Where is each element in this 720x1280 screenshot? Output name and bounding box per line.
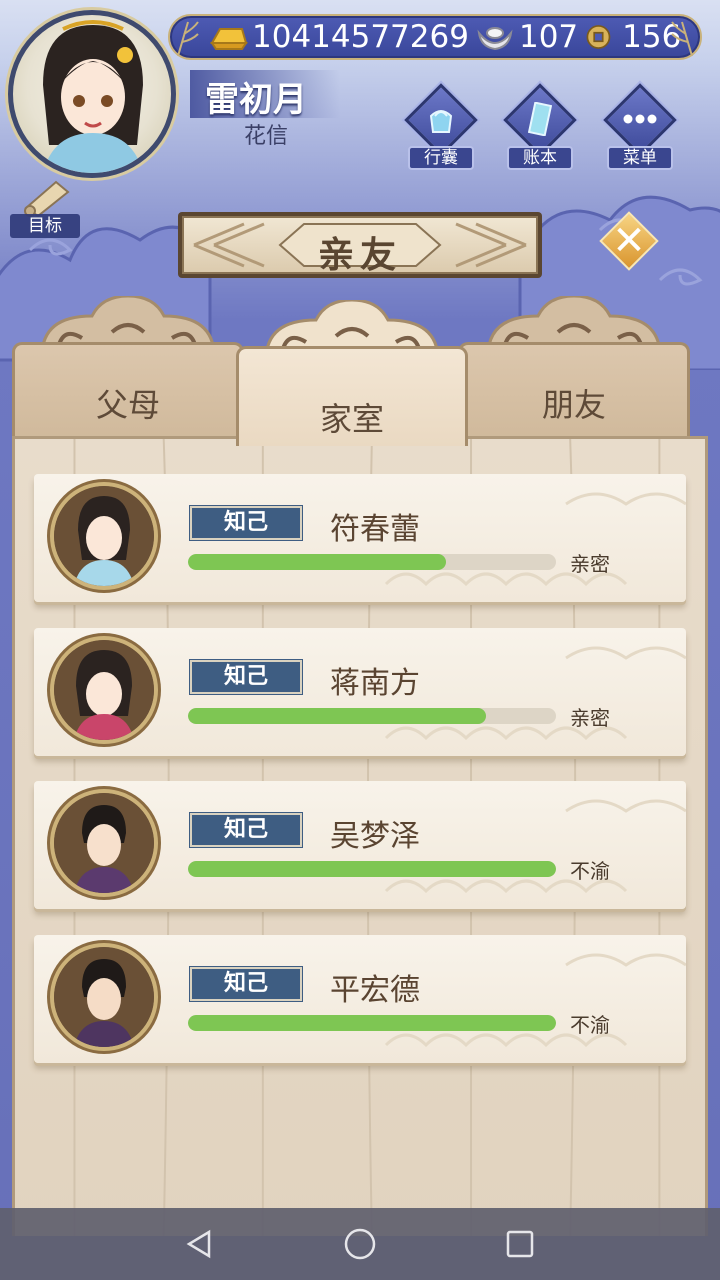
bamboo-icon (671, 21, 693, 57)
wave-pattern (384, 492, 686, 587)
currency-bar: 10414577269 107 156 (168, 14, 702, 60)
wave-pattern (384, 953, 686, 1048)
relation-card[interactable]: 知己 符春蕾 亲密 (34, 474, 686, 602)
ledger-button[interactable]: 账本 (497, 83, 583, 174)
wave-pattern (384, 646, 686, 741)
goal-button[interactable]: 目标 (8, 178, 80, 240)
relation-card[interactable]: 知己 平宏德 不渝 (34, 935, 686, 1063)
more-icon (623, 114, 657, 124)
close-button[interactable]: ✕ (599, 211, 659, 271)
tab-label: 家室 (319, 400, 384, 438)
portrait-image (43, 20, 143, 173)
relation-badge: 知己 (190, 967, 302, 1001)
tab-parents[interactable]: 父母 (12, 296, 244, 446)
silver-ingot-icon (477, 27, 513, 51)
tab-label: 父母 (95, 386, 160, 424)
bag-button[interactable]: 行囊 (398, 83, 484, 174)
tab-family[interactable]: 家室 (236, 300, 468, 446)
gold-amount: 10414577269 (252, 18, 469, 55)
relation-badge: 知己 (190, 660, 302, 694)
title-banner: 亲友 (178, 212, 542, 278)
affection-bar (188, 861, 556, 877)
affection-bar (188, 554, 556, 570)
relation-badge: 知己 (190, 506, 302, 540)
character-name: 符春蕾 (330, 512, 420, 547)
home-button[interactable] (330, 1214, 390, 1274)
affection-bar (188, 1015, 556, 1031)
affection-fill (188, 861, 556, 877)
menu-label: 菜单 (607, 146, 673, 170)
back-button[interactable] (170, 1214, 230, 1274)
goal-label: 目标 (10, 214, 80, 238)
relation-status: 不渝 (570, 1013, 610, 1037)
character-portrait (50, 636, 158, 744)
character-name: 平宏德 (330, 973, 420, 1008)
affection-fill (188, 708, 487, 724)
character-name: 蒋南方 (330, 666, 420, 701)
back-icon (186, 1229, 211, 1259)
bag-label: 行囊 (408, 146, 474, 170)
relation-status: 亲密 (570, 552, 610, 576)
bamboo-icon (177, 21, 199, 57)
relation-card[interactable]: 知己 蒋南方 亲密 (34, 628, 686, 756)
gold-ingot-icon (210, 28, 248, 50)
system-nav-bar (0, 1208, 720, 1280)
recents-button[interactable] (490, 1214, 550, 1274)
wave-pattern (384, 799, 686, 894)
silver-amount: 107 (518, 18, 579, 55)
character-portrait (50, 943, 158, 1051)
scroll-icon (24, 180, 70, 218)
close-icon: ✕ (612, 218, 646, 264)
player-avatar[interactable] (8, 10, 176, 178)
relation-status: 不渝 (570, 859, 610, 883)
character-portrait (50, 482, 158, 590)
character-portrait (50, 789, 158, 897)
copper-coin-icon (586, 25, 611, 49)
tab-label: 朋友 (541, 386, 606, 424)
player-name: 雷初月 (205, 80, 307, 120)
character-name: 吴梦泽 (330, 819, 420, 854)
bag-icon (429, 110, 453, 133)
relation-status: 亲密 (570, 706, 610, 730)
tab-friends[interactable]: 朋友 (458, 296, 690, 446)
affection-bar (188, 708, 556, 724)
recents-icon (506, 1230, 534, 1258)
ledger-label: 账本 (507, 146, 573, 170)
affection-fill (188, 1015, 556, 1031)
page-title: 亲友 (317, 235, 402, 274)
relation-card[interactable]: 知己 吴梦泽 不渝 (34, 781, 686, 909)
relation-badge: 知己 (190, 813, 302, 847)
affection-fill (188, 554, 446, 570)
menu-button[interactable]: 菜单 (597, 83, 683, 174)
home-icon (344, 1228, 376, 1260)
ledger-icon (528, 102, 552, 136)
player-title: 花信 (244, 124, 289, 149)
